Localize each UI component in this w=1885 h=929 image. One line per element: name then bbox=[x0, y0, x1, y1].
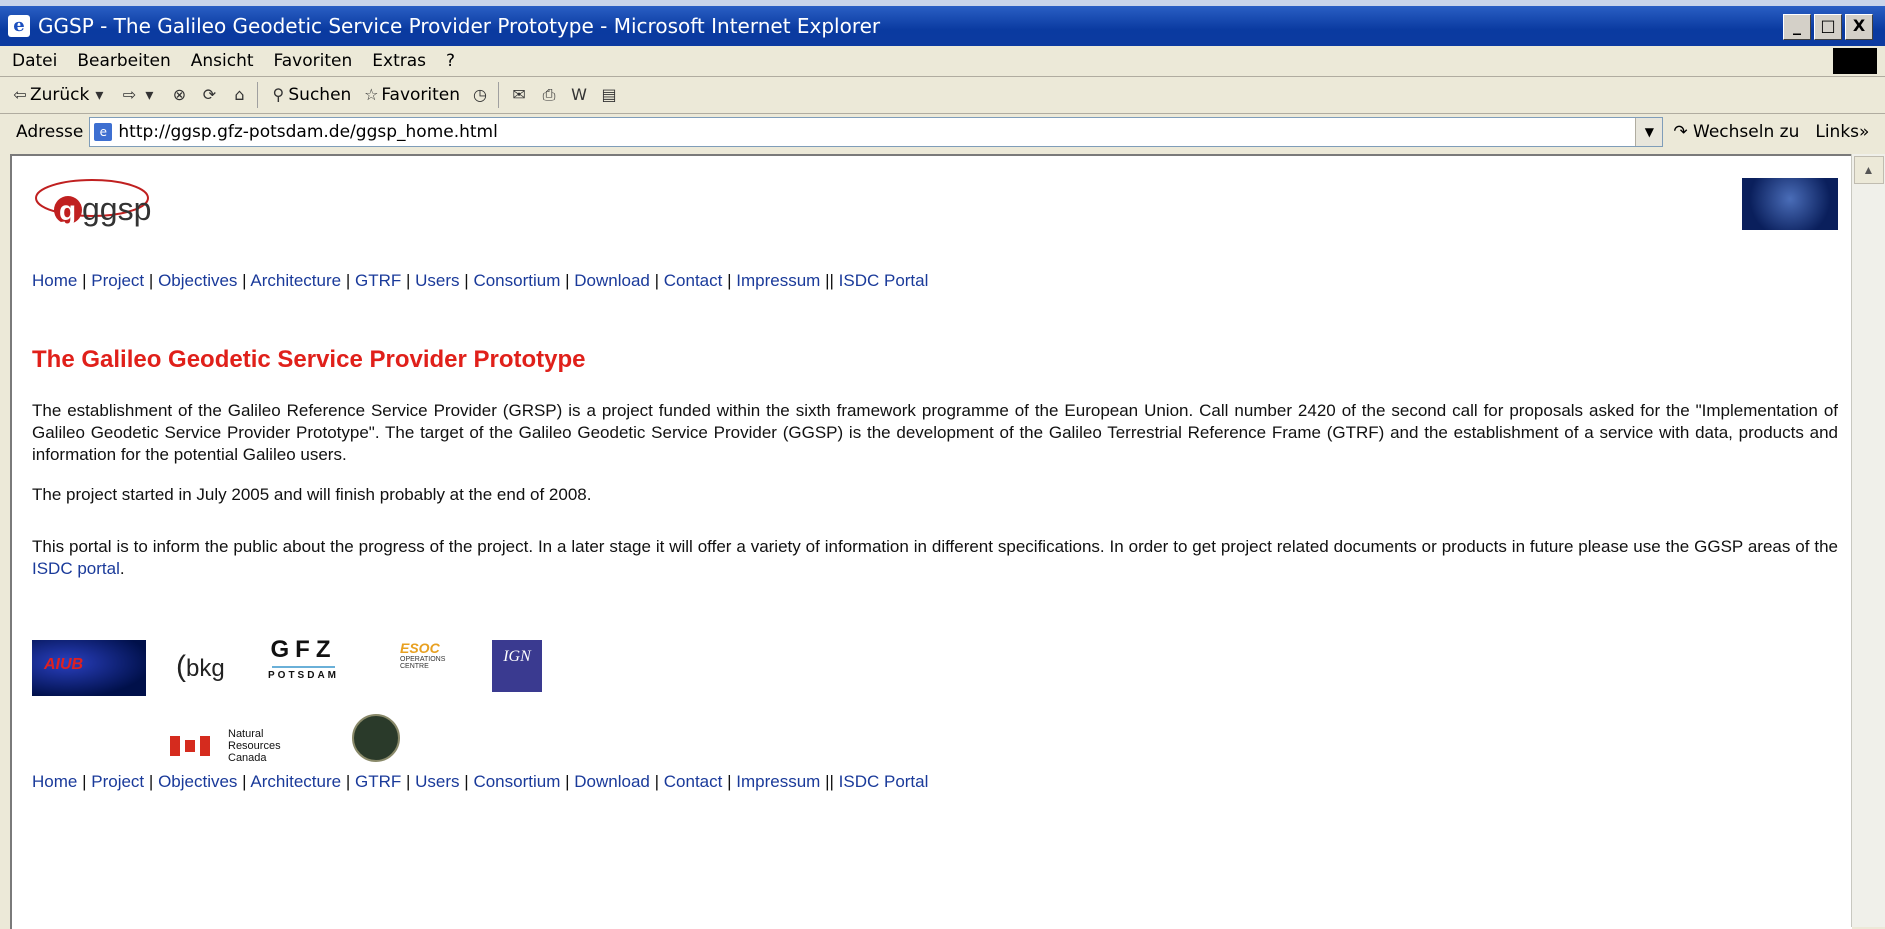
satellite-image bbox=[1742, 178, 1838, 230]
isdc-portal-link[interactable]: ISDC portal bbox=[32, 559, 120, 578]
nav-architecture[interactable]: Architecture bbox=[250, 772, 341, 791]
portal-paragraph: This portal is to inform the public abou… bbox=[32, 536, 1838, 580]
go-button[interactable]: ↷ Wechseln zu bbox=[1673, 122, 1799, 142]
search-label: Suchen bbox=[288, 85, 352, 105]
chevron-down-icon[interactable]: ▾ bbox=[89, 85, 109, 105]
nav-isdc-portal[interactable]: ISDC Portal bbox=[839, 271, 929, 290]
portal-text-end: . bbox=[119, 559, 125, 578]
discuss-icon[interactable]: ▤ bbox=[599, 85, 619, 105]
nav-impressum[interactable]: Impressum bbox=[736, 772, 820, 791]
address-label: Adresse bbox=[16, 122, 84, 142]
nav-project[interactable]: Project bbox=[91, 772, 144, 791]
close-button[interactable]: X bbox=[1845, 14, 1873, 40]
toolbar-divider bbox=[498, 82, 500, 108]
go-label: Wechseln zu bbox=[1693, 122, 1800, 142]
nav-objectives[interactable]: Objectives bbox=[158, 271, 237, 290]
ie-icon: e bbox=[8, 15, 30, 37]
seal-logo bbox=[352, 714, 400, 762]
nav-contact[interactable]: Contact bbox=[664, 772, 723, 791]
address-dropdown-icon[interactable]: ▼ bbox=[1635, 118, 1663, 146]
top-nav: Home | Project | Objectives | Architectu… bbox=[32, 271, 929, 290]
esoc-logo: ESOC OPERATIONS CENTRE bbox=[400, 640, 446, 670]
nav-architecture[interactable]: Architecture bbox=[250, 271, 341, 290]
favorites-label: Favoriten bbox=[381, 85, 461, 105]
window-title: GGSP - The Galileo Geodetic Service Prov… bbox=[38, 14, 881, 38]
vertical-scrollbar[interactable]: ▲ bbox=[1851, 154, 1885, 927]
favorites-icon: ☆ bbox=[364, 85, 379, 104]
page-icon: e bbox=[94, 123, 113, 141]
menu-help[interactable]: ? bbox=[446, 51, 455, 71]
favorites-button[interactable]: ☆ Favoriten bbox=[361, 85, 460, 105]
back-button[interactable]: ⇦ Zurück ▾ bbox=[10, 85, 109, 105]
minimize-button[interactable]: _ bbox=[1783, 14, 1811, 40]
gfz-logo: GFZ POTSDAM bbox=[268, 636, 339, 681]
nav-home[interactable]: Home bbox=[32, 271, 77, 290]
nav-users[interactable]: Users bbox=[415, 271, 459, 290]
menu-datei[interactable]: Datei bbox=[12, 51, 57, 71]
nav-gtrf[interactable]: GTRF bbox=[355, 772, 401, 791]
bottom-nav: Home | Project | Objectives | Architectu… bbox=[32, 772, 929, 791]
ign-logo: IGN bbox=[492, 640, 542, 692]
menu-extras[interactable]: Extras bbox=[372, 51, 426, 71]
timeline-paragraph: The project started in July 2005 and wil… bbox=[32, 485, 592, 504]
bkg-logo: (bkg bbox=[176, 650, 225, 683]
address-url[interactable]: http://ggsp.gfz-potsdam.de/ggsp_home.htm… bbox=[118, 122, 497, 142]
menu-ansicht[interactable]: Ansicht bbox=[191, 51, 254, 71]
history-icon[interactable]: ◷ bbox=[470, 85, 490, 105]
menu-favoriten[interactable]: Favoriten bbox=[274, 51, 353, 71]
forward-button[interactable]: ⇨ ▾ bbox=[119, 85, 159, 105]
page-title: The Galileo Geodetic Service Provider Pr… bbox=[32, 346, 586, 373]
nav-isdc-portal[interactable]: ISDC Portal bbox=[839, 772, 929, 791]
nav-download[interactable]: Download bbox=[574, 271, 650, 290]
home-icon[interactable]: ⌂ bbox=[229, 85, 249, 105]
back-arrow-icon: ⇦ bbox=[13, 85, 27, 104]
mail-icon[interactable]: ✉ bbox=[509, 85, 529, 105]
canada-flag-icon bbox=[170, 736, 210, 756]
nav-impressum[interactable]: Impressum bbox=[736, 271, 820, 290]
window-titlebar[interactable]: e GGSP - The Galileo Geodetic Service Pr… bbox=[0, 6, 1885, 46]
address-input[interactable]: e http://ggsp.gfz-potsdam.de/ggsp_home.h… bbox=[89, 117, 1664, 147]
nav-gtrf[interactable]: GTRF bbox=[355, 271, 401, 290]
nav-users[interactable]: Users bbox=[415, 772, 459, 791]
links-button[interactable]: Links bbox=[1815, 122, 1859, 142]
nrcan-logo: Natural Resources Canada bbox=[170, 728, 318, 764]
refresh-icon[interactable]: ⟳ bbox=[199, 85, 219, 105]
browser-viewport[interactable]: g ggsp Home | Project | Objectives | Arc… bbox=[10, 154, 1852, 929]
nav-download[interactable]: Download bbox=[574, 772, 650, 791]
toolbar: ⇦ Zurück ▾ ⇨ ▾ ⊗ ⟳ ⌂ ⚲ Suchen ☆ Favorite… bbox=[0, 77, 1885, 114]
forward-arrow-icon: ⇨ bbox=[122, 85, 137, 104]
back-label: Zurück bbox=[30, 85, 90, 105]
svg-text:g: g bbox=[59, 195, 76, 226]
nav-objectives[interactable]: Objectives bbox=[158, 772, 237, 791]
window-controls: _ □ X bbox=[1783, 14, 1873, 40]
nav-consortium[interactable]: Consortium bbox=[473, 271, 560, 290]
stop-icon[interactable]: ⊗ bbox=[169, 85, 189, 105]
ggsp-logo: g ggsp bbox=[32, 176, 152, 236]
nav-project[interactable]: Project bbox=[91, 271, 144, 290]
windows-logo-icon bbox=[1833, 48, 1877, 74]
maximize-button[interactable]: □ bbox=[1814, 14, 1842, 40]
nav-home[interactable]: Home bbox=[32, 772, 77, 791]
menu-bar: Datei Bearbeiten Ansicht Favoriten Extra… bbox=[0, 46, 1885, 77]
aiub-logo: AIUB bbox=[32, 640, 146, 696]
intro-paragraph: The establishment of the Galileo Referen… bbox=[32, 401, 1838, 464]
address-bar: Adresse e http://ggsp.gfz-potsdam.de/ggs… bbox=[0, 114, 1885, 150]
toolbar-divider bbox=[257, 82, 259, 108]
nav-consortium[interactable]: Consortium bbox=[473, 772, 560, 791]
edit-icon[interactable]: W bbox=[569, 85, 589, 105]
scroll-up-icon[interactable]: ▲ bbox=[1853, 156, 1884, 184]
chevron-right-icon[interactable]: » bbox=[1859, 122, 1869, 142]
logo-text: ggsp bbox=[82, 191, 151, 227]
menu-bearbeiten[interactable]: Bearbeiten bbox=[77, 51, 170, 71]
search-icon: ⚲ bbox=[272, 85, 285, 104]
go-arrow-icon: ↷ bbox=[1673, 122, 1688, 142]
portal-text: This portal is to inform the public abou… bbox=[32, 537, 1838, 556]
search-button[interactable]: ⚲ Suchen bbox=[268, 85, 352, 105]
chevron-down-icon[interactable]: ▾ bbox=[139, 85, 159, 105]
print-icon[interactable]: ⎙ bbox=[539, 85, 559, 105]
nav-contact[interactable]: Contact bbox=[664, 271, 723, 290]
